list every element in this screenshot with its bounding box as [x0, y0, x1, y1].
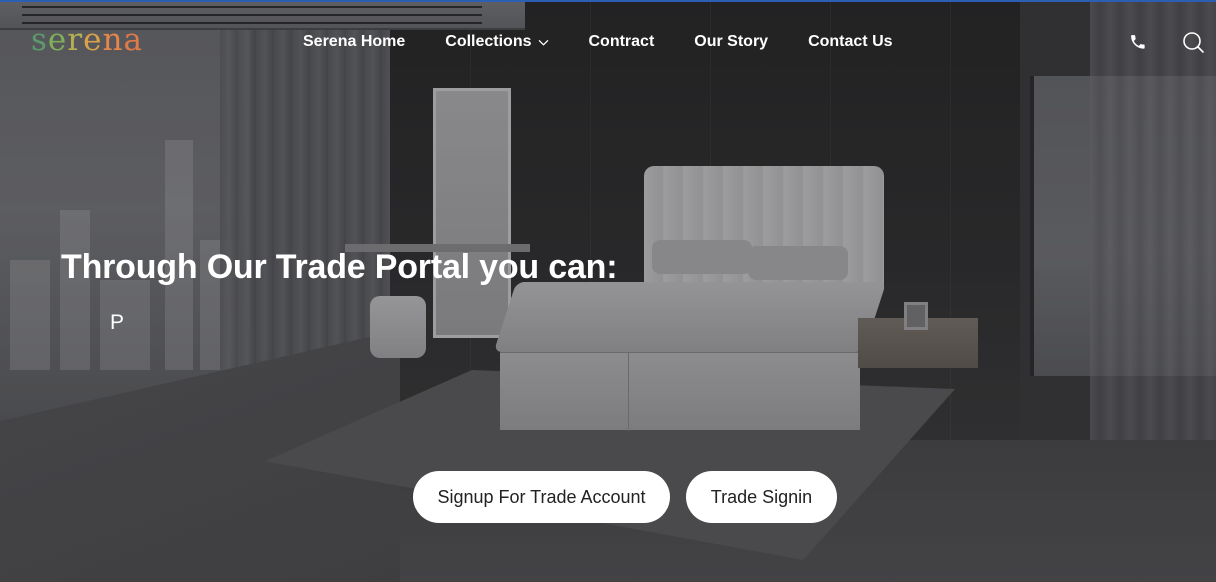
nav-serena-home[interactable]: Serena Home [303, 31, 405, 53]
logo-letter: n [102, 22, 124, 58]
chevron-down-icon [538, 39, 548, 45]
logo-letter: s [31, 22, 48, 58]
phone-icon[interactable] [1127, 31, 1149, 53]
main-nav: Serena Home Collections Contract Our Sto… [303, 31, 893, 53]
signup-trade-account-button[interactable]: Signup For Trade Account [413, 471, 670, 523]
nav-contract[interactable]: Contract [589, 31, 655, 53]
search-icon[interactable] [1181, 30, 1205, 54]
nav-contact-us[interactable]: Contact Us [808, 31, 892, 53]
logo-letter: a [123, 22, 143, 58]
site-header: serena Serena Home Collections Contract … [0, 0, 1216, 84]
nav-our-story[interactable]: Our Story [694, 31, 768, 53]
hero-typing-text: P [110, 311, 125, 334]
nav-collections[interactable]: Collections [445, 31, 548, 53]
hero-title: Through Our Trade Portal you can: [61, 248, 618, 286]
logo-letter: r [67, 22, 84, 58]
nav-collections-label: Collections [445, 33, 532, 50]
top-accent-strip [0, 0, 1216, 2]
trade-signin-button[interactable]: Trade Signin [686, 471, 837, 523]
logo-letter: e [83, 22, 103, 58]
serena-logo[interactable]: serena [31, 22, 143, 58]
logo-letter: e [47, 22, 68, 58]
